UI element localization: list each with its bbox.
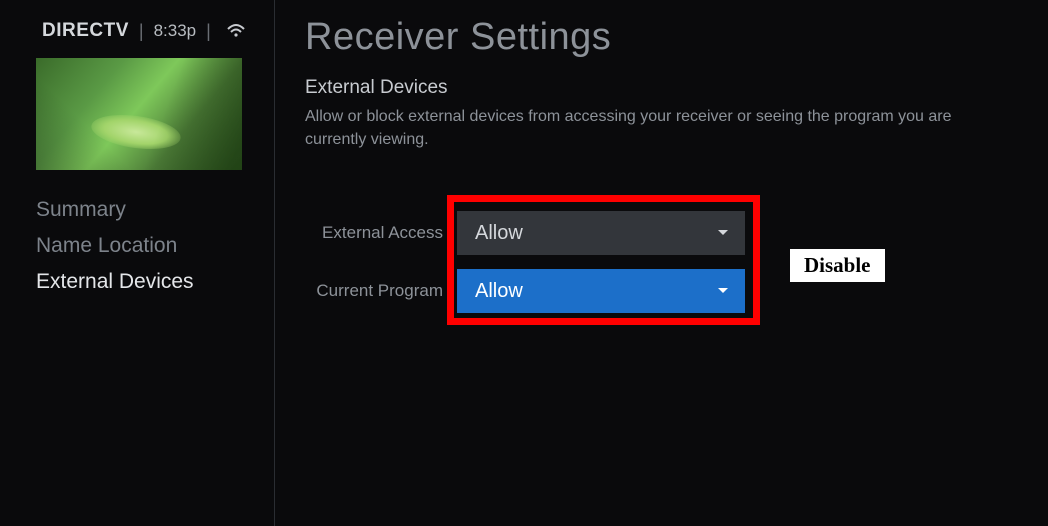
sidebar: DIRECTV | 8:33p | Summary Name Location … [0, 0, 275, 526]
sidebar-item-external-devices[interactable]: External Devices [36, 264, 274, 300]
current-program-label: Current Program [305, 281, 457, 301]
setting-row-current-program: Current Program Allow [305, 269, 1018, 313]
current-program-dropdown[interactable]: Allow [457, 269, 745, 313]
current-program-value: Allow [475, 280, 523, 303]
wifi-icon [227, 24, 245, 38]
clock-time: 8:33p [154, 21, 197, 41]
section-description: Allow or block external devices from acc… [305, 105, 985, 151]
sidebar-nav: Summary Name Location External Devices [0, 186, 274, 300]
main-content: Receiver Settings External Devices Allow… [275, 0, 1048, 526]
chevron-down-icon [717, 287, 729, 295]
annotation-callout: Disable [790, 249, 885, 282]
divider: | [206, 21, 211, 42]
external-access-value: Allow [475, 222, 523, 245]
sidebar-item-summary[interactable]: Summary [36, 192, 274, 228]
page-title: Receiver Settings [305, 16, 1018, 59]
brand-logo: DIRECTV [42, 20, 129, 42]
external-access-label: External Access [305, 223, 457, 243]
setting-row-external-access: External Access Allow [305, 211, 1018, 255]
sidebar-item-name-location[interactable]: Name Location [36, 228, 274, 264]
section-title: External Devices [305, 77, 1018, 99]
chevron-down-icon [717, 229, 729, 237]
live-preview-thumbnail [36, 58, 242, 170]
divider: | [139, 21, 144, 42]
settings-area: External Access Allow Current Program Al… [305, 211, 1018, 313]
header-bar: DIRECTV | 8:33p | [0, 20, 274, 54]
external-access-dropdown[interactable]: Allow [457, 211, 745, 255]
